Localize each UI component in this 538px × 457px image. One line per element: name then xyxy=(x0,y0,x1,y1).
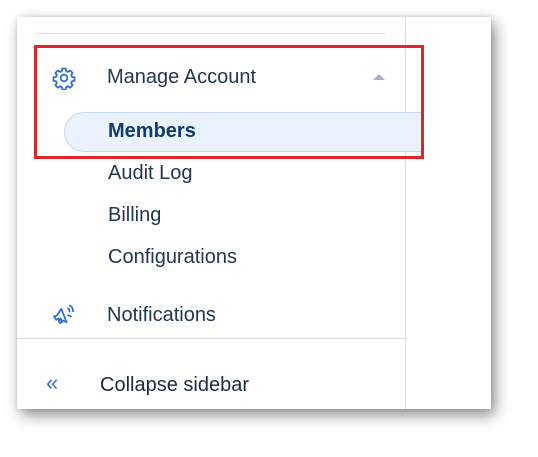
sidebar-item-notifications[interactable]: Notifications xyxy=(17,296,406,336)
chevrons-left-icon[interactable]: « xyxy=(46,372,58,394)
sidebar-subitem-audit-log[interactable]: Audit Log xyxy=(108,162,193,185)
highlight-annotation xyxy=(34,45,424,159)
bottom-divider xyxy=(17,338,406,339)
sidebar-item-label: Notifications xyxy=(107,304,216,326)
sidebar-subitem-billing[interactable]: Billing xyxy=(108,204,161,227)
top-divider xyxy=(36,33,386,34)
collapse-sidebar-button[interactable]: Collapse sidebar xyxy=(100,374,249,397)
megaphone-icon xyxy=(51,302,77,328)
sidebar-subitem-configurations[interactable]: Configurations xyxy=(108,246,237,269)
